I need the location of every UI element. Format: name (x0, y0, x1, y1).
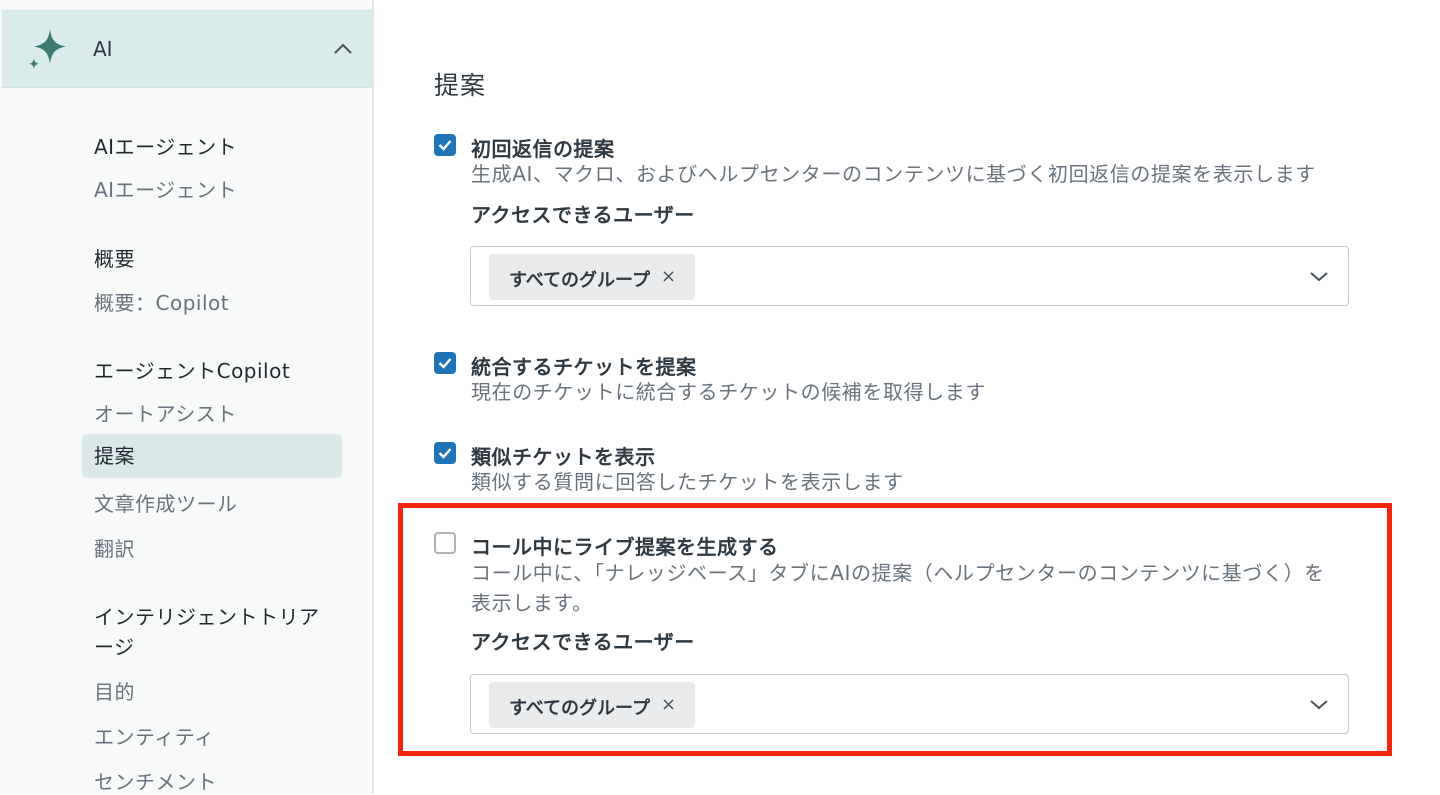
access-users-select[interactable]: すべてのグループ × (470, 246, 1349, 306)
merge-ticket-suggestion-title: 統合するチケットを提案 (471, 355, 697, 379)
sparkle-icon (29, 29, 66, 69)
nav-section-intelligent-triage-line1: インテリジェントトリア (94, 605, 320, 629)
merge-ticket-suggestion-description: 現在のチケットに統合するチケットの候補を取得します (471, 380, 986, 404)
similar-tickets-checkbox[interactable] (434, 442, 456, 464)
chevron-down-icon[interactable] (1309, 269, 1329, 283)
nav-item-intent[interactable]: 目的 (94, 676, 135, 705)
nav-item-overview-copilot[interactable]: 概要：Copilot (94, 287, 229, 316)
nav-item-entity[interactable]: エンティティ (94, 721, 215, 750)
nav-section-agent-copilot: エージェントCopilot (94, 359, 291, 383)
nav-section-overview: 概要 (94, 247, 135, 271)
similar-tickets-title: 類似チケットを表示 (471, 445, 656, 469)
ai-category-header[interactable]: AI (2, 10, 372, 88)
similar-tickets-description: 類似する質問に回答したチケットを表示します (471, 470, 904, 494)
check-icon (438, 358, 452, 369)
access-users-label: アクセスできるユーザー (471, 203, 695, 227)
nav-item-writing-tools[interactable]: 文章作成ツール (94, 488, 238, 517)
group-tag-label: すべてのグループ (509, 270, 650, 291)
nav-item-suggestions[interactable]: 提案 (82, 434, 342, 478)
nav-section-ai-agent: AIエージェント (94, 135, 238, 159)
sidebar: AI AIエージェント AIエージェント 概要 概要：Copilot エージェン… (0, 0, 374, 794)
merge-ticket-suggestion-checkbox[interactable] (434, 352, 456, 374)
close-icon[interactable]: × (661, 266, 676, 287)
check-icon (438, 140, 452, 151)
nav-section-intelligent-triage-line2: ージ (94, 635, 135, 659)
highlight-box (398, 503, 1392, 756)
nav-item-auto-assist[interactable]: オートアシスト (94, 398, 237, 427)
chevron-up-icon[interactable] (332, 39, 354, 59)
sidebar-top-strip (0, 0, 372, 10)
nav-item-sentiment[interactable]: センチメント (94, 766, 217, 795)
group-tag: すべてのグループ × (489, 254, 695, 300)
first-reply-suggestion-checkbox[interactable] (434, 134, 456, 156)
first-reply-suggestion-title: 初回返信の提案 (471, 137, 615, 161)
page-title: 提案 (434, 71, 487, 100)
ai-category-label: AI (93, 37, 113, 61)
check-icon (438, 448, 452, 459)
nav-item-translation[interactable]: 翻訳 (94, 533, 135, 562)
first-reply-suggestion-description: 生成AI、マクロ、およびヘルプセンターのコンテンツに基づく初回返信の提案を表示し… (471, 162, 1316, 186)
nav-item-ai-agent[interactable]: AIエージェント (94, 174, 237, 203)
